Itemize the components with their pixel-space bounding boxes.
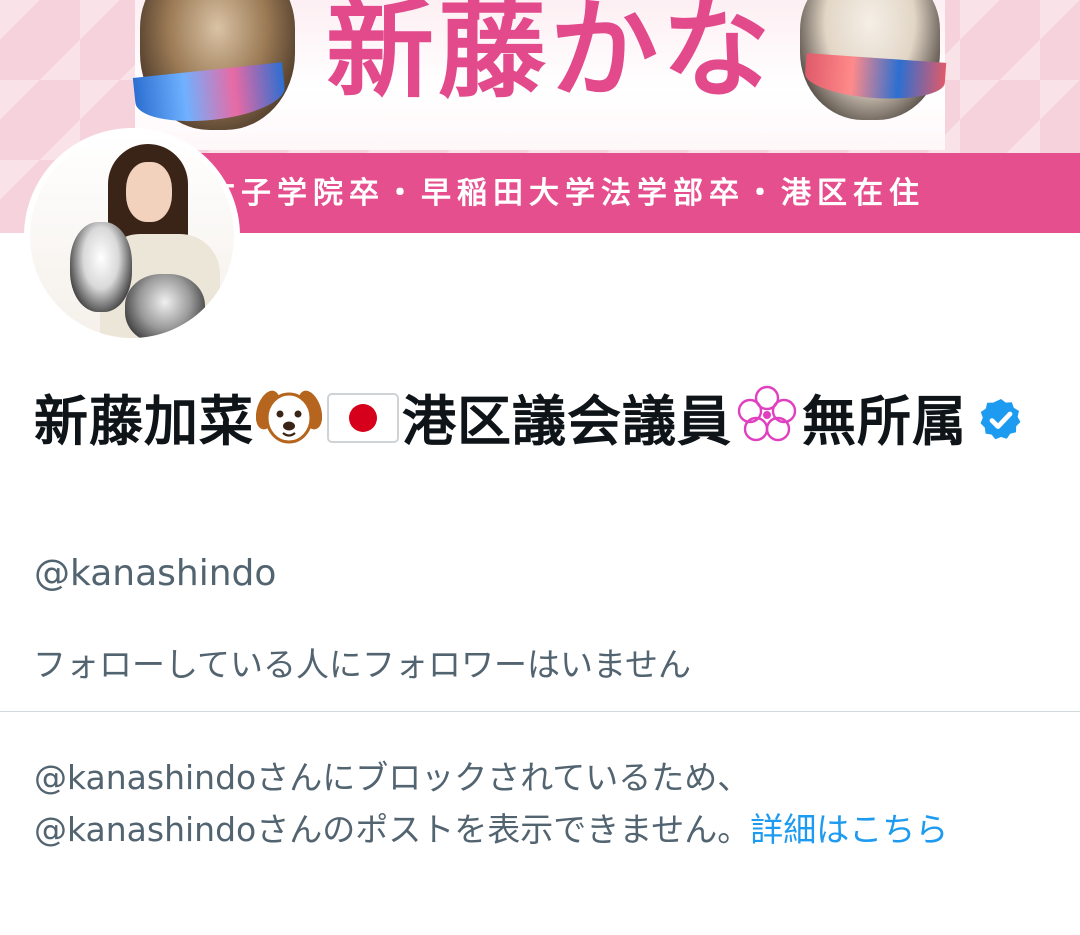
verified-badge-icon[interactable] <box>977 389 1025 463</box>
avatar[interactable] <box>24 128 240 344</box>
divider <box>0 711 1080 712</box>
learn-more-link[interactable]: 詳細はこちら <box>750 810 948 849</box>
display-name: 新藤加菜 港区議会議員 無所属 <box>34 384 1044 465</box>
blocked-message-line-2: @kanashindoさんのポストを表示できません。 <box>34 810 751 849</box>
profile-page: 新藤かな 女子学院卒・早稲田大学法学部卒・港区在住 新藤加菜 港区議会議員 無所… <box>0 0 1080 935</box>
banner-name-text: 新藤かな <box>325 0 774 113</box>
avatar-face <box>126 162 172 222</box>
display-name-part-2: 港区議会議員 <box>402 390 732 453</box>
blocked-message: @kanashindoさんにブロックされているため、 @kanashindoさんの… <box>34 752 1044 856</box>
banner-strip-text: 女子学院卒・早稲田大学法学部卒・港区在住 <box>205 176 925 211</box>
display-name-part-1: 新藤加菜 <box>34 390 254 453</box>
avatar-photo <box>30 134 234 338</box>
avatar-dog-2 <box>125 274 205 338</box>
flower-icon <box>734 384 800 465</box>
blocked-message-line-1: @kanashindoさんにブロックされているため、 <box>34 758 751 797</box>
display-name-part-3: 無所属 <box>802 390 967 453</box>
japan-flag-icon <box>326 390 400 465</box>
dog-face-icon <box>255 384 323 465</box>
followers-you-know-note[interactable]: フォローしている人にフォロワーはいません <box>33 642 691 688</box>
profile-handle: @kanashindo <box>34 553 277 594</box>
avatar-dog-1 <box>70 222 132 312</box>
